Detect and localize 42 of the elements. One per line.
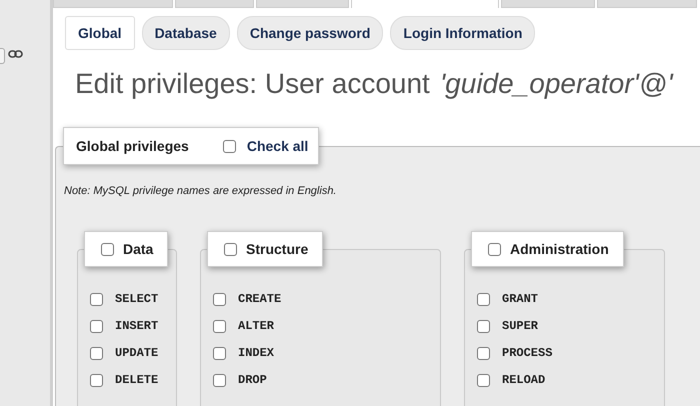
checkbox[interactable]: [477, 292, 490, 306]
privilege-label: SELECT: [115, 292, 158, 306]
checkbox[interactable]: [477, 320, 490, 332]
privilege-label: DELETE: [115, 373, 158, 387]
checkbox[interactable]: [477, 374, 490, 386]
checkbox[interactable]: [488, 242, 501, 256]
privilege-label: SUPER: [502, 319, 538, 333]
checkbox[interactable]: [477, 346, 490, 360]
privilege-label: INSERT: [115, 319, 158, 333]
checkbox[interactable]: [213, 346, 226, 360]
privilege-tab[interactable]: Change password: [236, 16, 384, 50]
privilege-label: DROP: [238, 373, 267, 387]
group-label: Structure: [246, 241, 308, 257]
checkbox[interactable]: [213, 374, 226, 386]
privilege-label: CREATE: [238, 292, 282, 306]
privilege-label: ALTER: [238, 319, 274, 333]
note-text: Note: MySQL privilege names are expressed in English.: [64, 185, 338, 197]
checkbox[interactable]: [90, 346, 103, 360]
checkbox[interactable]: [90, 320, 103, 332]
account-name: 'guide_operator'@': [440, 68, 673, 100]
checkbox[interactable]: [90, 292, 103, 306]
checkbox[interactable]: [90, 374, 103, 386]
privilege-label: PROCESS: [502, 346, 552, 360]
privilege-tab[interactable]: Global: [65, 16, 135, 50]
privilege-label: RELOAD: [502, 373, 546, 387]
privilege-tab[interactable]: Database: [142, 16, 230, 50]
link-icon[interactable]: [8, 49, 23, 59]
privilege-label: INDEX: [238, 346, 274, 360]
legend-title: Global privileges: [76, 138, 189, 154]
privilege-tab[interactable]: Login Information: [390, 16, 536, 50]
group-label: Administration: [510, 241, 609, 257]
group-label: Data: [123, 241, 154, 257]
privilege-label: UPDATE: [115, 346, 158, 360]
checkbox[interactable]: [224, 242, 237, 256]
toggle-tab[interactable]: [0, 48, 5, 64]
check-all-label[interactable]: Check all: [246, 138, 308, 154]
checkbox[interactable]: [213, 292, 226, 306]
checkbox[interactable]: [101, 242, 114, 256]
privilege-label: GRANT: [502, 292, 538, 306]
checkbox[interactable]: [213, 320, 226, 332]
page-heading: Edit privileges: User account: [75, 68, 430, 100]
checkbox[interactable]: [222, 140, 236, 152]
